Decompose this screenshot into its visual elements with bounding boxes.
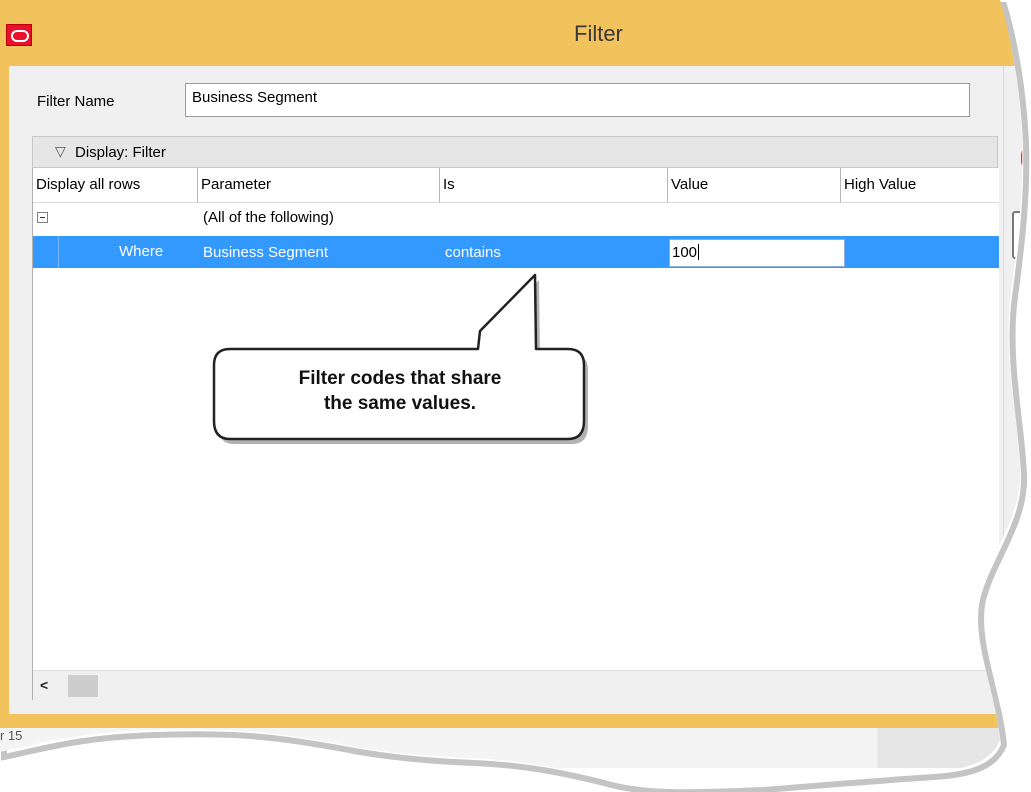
window-title: Filter bbox=[574, 21, 623, 46]
row-high-value-cell[interactable] bbox=[846, 236, 999, 268]
horizontal-scrollbar[interactable]: < bbox=[33, 670, 999, 701]
row-value-input[interactable]: 100 bbox=[669, 239, 845, 267]
display-filter-section-header[interactable]: ▽ Display: Filter bbox=[32, 136, 998, 168]
text-caret bbox=[698, 244, 699, 260]
row-divider bbox=[58, 236, 59, 268]
row-operator-cell[interactable]: contains bbox=[445, 244, 501, 261]
callout-bubble bbox=[212, 273, 588, 444]
column-header-is[interactable]: Is bbox=[440, 168, 668, 202]
collapse-toggle-icon[interactable] bbox=[37, 212, 48, 223]
group-row[interactable]: (All of the following) bbox=[33, 202, 999, 232]
column-header-display-all-rows[interactable]: Display all rows bbox=[33, 168, 198, 202]
column-header-parameter[interactable]: Parameter bbox=[198, 168, 440, 202]
scroll-thumb[interactable] bbox=[68, 675, 98, 697]
grid-header-row: Display all rows Parameter Is Value High… bbox=[33, 168, 999, 203]
row-parameter-cell[interactable]: Business Segment bbox=[203, 244, 328, 261]
row-where-label: Where bbox=[119, 243, 164, 260]
filter-condition-row[interactable]: Where Business Segment contains 100 bbox=[33, 236, 999, 268]
window-border-left bbox=[0, 66, 9, 730]
callout-text: Filter codes that share the same values. bbox=[210, 366, 590, 416]
callout-line-2: the same values. bbox=[323, 393, 477, 414]
scroll-left-arrow-icon[interactable]: < bbox=[40, 677, 48, 693]
display-filter-label: Display: Filter bbox=[75, 144, 166, 161]
column-header-value[interactable]: Value bbox=[668, 168, 841, 202]
filter-name-input[interactable]: Business Segment bbox=[185, 83, 970, 117]
filter-name-label: Filter Name bbox=[37, 93, 115, 110]
oracle-logo-icon[interactable] bbox=[6, 24, 32, 46]
status-text: r 15 bbox=[0, 728, 23, 743]
row-value-text: 100 bbox=[672, 244, 698, 261]
title-bar[interactable]: Filter bbox=[0, 0, 1031, 66]
window-border-bottom bbox=[0, 714, 1031, 728]
chevron-down-icon[interactable]: ▽ bbox=[55, 143, 66, 160]
callout-line-1: Filter codes that share bbox=[298, 368, 502, 389]
column-header-high-value[interactable]: High Value bbox=[841, 168, 999, 202]
group-label: (All of the following) bbox=[203, 209, 334, 226]
